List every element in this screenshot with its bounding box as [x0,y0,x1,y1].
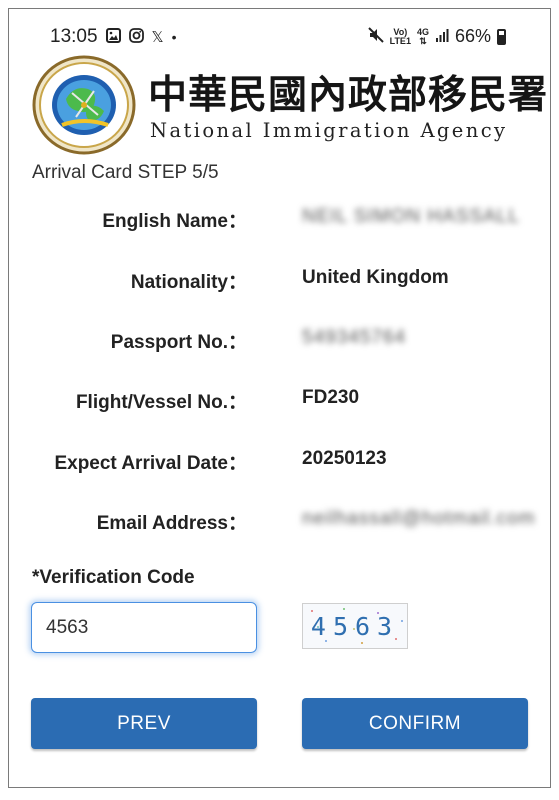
english-name-value: NEIL SIMON HASSALL [302,206,520,227]
volte-indicator: Vo) LTE1 [389,27,411,46]
flight-value: FD230 [302,387,360,408]
passport-value: 549345764 [302,327,407,348]
instagram-icon [128,28,144,46]
english-name-label: English Name： [102,211,247,232]
field-row-english-name: English Name： NEIL SIMON HASSALL [0,206,559,236]
captcha-image[interactable]: 4563 [302,603,408,649]
battery-icon [497,28,506,45]
nationality-value: United Kingdom [302,267,449,288]
confirm-button[interactable]: CONFIRM [302,698,528,749]
status-bar: 13:05 𝕏 • Vo) LTE1 4G ⇅ 66% [30,24,520,50]
field-row-email: Email Address： neilhassall@hotmail.com [0,508,559,538]
arrival-date-label: Expect Arrival Date： [54,453,247,474]
gallery-icon [105,28,121,46]
agency-name-chinese: 中華民國內政部移民署 [148,72,549,118]
arrival-date-value: 20250123 [302,448,387,469]
passport-label: Passport No.： [110,332,247,353]
nationality-label: Nationality： [130,272,247,293]
network-indicator: 4G ⇅ [417,27,429,46]
volte-bottom: LTE1 [389,35,411,46]
email-value: neilhassall@hotmail.com [302,508,536,529]
battery-percent: 66% [454,26,491,46]
step-title: Arrival Card STEP 5/5 [32,162,219,183]
notification-dot-icon: • [171,29,177,45]
field-row-flight: Flight/Vessel No.： FD230 [0,387,559,417]
agency-name-english: National Immigration Agency [150,119,508,142]
x-icon: 𝕏 [151,28,164,46]
field-row-passport: Passport No.： 549345764 [0,327,559,357]
field-row-arrival-date: Expect Arrival Date： 20250123 [0,448,559,478]
mute-icon [367,27,384,46]
flight-label: Flight/Vessel No.： [75,392,247,413]
data-arrows-icon: ⇅ [419,35,427,46]
field-row-nationality: Nationality： United Kingdom [0,267,559,297]
verification-code-input[interactable] [31,602,257,653]
signal-icon [435,28,449,45]
email-label: Email Address： [96,513,247,534]
prev-button[interactable]: PREV [31,698,257,749]
status-time: 13:05 [50,26,98,47]
verification-code-label: *Verification Code [32,567,195,588]
captcha-text: 4563 [310,612,400,641]
agency-emblem-logo [32,55,136,155]
